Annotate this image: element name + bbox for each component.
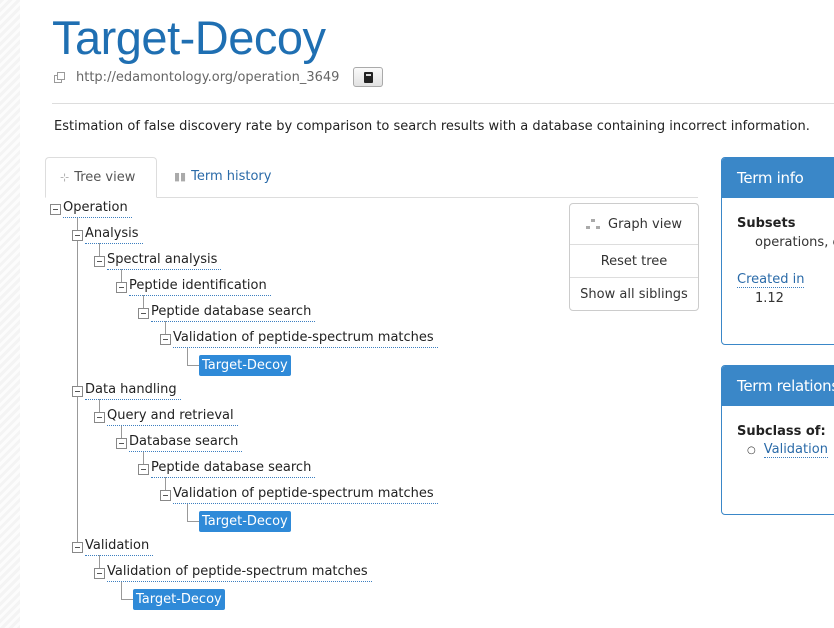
tree-node-spectral-analysis[interactable]: Spectral analysis xyxy=(94,250,222,272)
tree-node-validation-psm[interactable]: Validation of peptide-spectrum matches xyxy=(160,328,438,350)
collapse-icon[interactable] xyxy=(116,281,127,293)
tree-node-label[interactable]: Operation xyxy=(63,200,132,218)
tree-node-database-search[interactable]: Database search xyxy=(116,432,243,454)
external-link-icon[interactable] xyxy=(54,72,65,83)
button-label: Show all siblings xyxy=(580,286,688,302)
tree-node-label[interactable]: Target-Decoy xyxy=(199,510,291,532)
divider xyxy=(52,103,834,104)
subclass-link[interactable]: Validation xyxy=(763,442,828,458)
tab-label: Term history xyxy=(191,169,272,184)
tree-node-label[interactable]: Peptide database search xyxy=(151,460,316,478)
panel-heading: Term relations xyxy=(722,366,834,406)
tree-node-peptide-database-search[interactable]: Peptide database search xyxy=(138,458,316,480)
tree-button-group: Graph view Reset tree Show all siblings xyxy=(569,203,699,311)
subsets-value: operations, e xyxy=(755,235,834,250)
tree-node-target-decoy-selected[interactable]: Target-Decoy xyxy=(133,588,225,610)
collapse-icon[interactable] xyxy=(138,307,149,319)
collapse-icon[interactable] xyxy=(138,463,149,475)
tree-node-label[interactable]: Peptide identification xyxy=(129,278,271,296)
tree-connector xyxy=(121,599,133,600)
tab-term-history[interactable]: ▮▮ Term history xyxy=(172,157,271,196)
term-info-panel: Term info Subsets operations, e Created … xyxy=(721,157,834,345)
tree-node-peptide-database-search[interactable]: Peptide database search xyxy=(138,302,316,324)
tree-node-label[interactable]: Validation of peptide-spectrum matches xyxy=(173,330,438,348)
tab-tree-view[interactable]: ⊹ Tree view xyxy=(45,157,157,198)
created-in-link[interactable]: Created in xyxy=(737,272,805,288)
graph-view-button[interactable]: Graph view xyxy=(570,204,698,245)
clipboard-icon xyxy=(363,71,373,83)
created-version: 1.12 xyxy=(755,291,784,306)
uri-row: http://edamontology.org/operation_3649 xyxy=(54,67,384,87)
button-label: Reset tree xyxy=(600,253,668,269)
collapse-icon[interactable] xyxy=(94,255,105,267)
tab-label: Tree view xyxy=(74,170,136,185)
tree-node-data-handling[interactable]: Data handling xyxy=(72,380,181,402)
panel-heading: Term info xyxy=(722,158,834,198)
tree-node-validation-psm[interactable]: Validation of peptide-spectrum matches xyxy=(160,484,438,506)
subclass-label: Subclass of: xyxy=(737,424,826,439)
view-tabs: ⊹ Tree view ▮▮ Term history xyxy=(45,157,698,198)
tree-node-label[interactable]: Validation xyxy=(85,538,154,556)
collapse-icon[interactable] xyxy=(72,385,83,397)
term-relations-panel: Term relations Subclass of: ○ Validation xyxy=(721,365,834,515)
tree-node-label[interactable]: Peptide database search xyxy=(151,304,316,322)
tree-node-peptide-identification[interactable]: Peptide identification xyxy=(116,276,271,298)
sitemap-icon xyxy=(586,219,601,229)
tree-node-label[interactable]: Target-Decoy xyxy=(199,354,291,376)
tree-node-analysis[interactable]: Analysis xyxy=(72,224,143,246)
collapse-icon[interactable] xyxy=(160,333,171,345)
tree-node-label[interactable]: Analysis xyxy=(85,226,143,244)
tree-node-label[interactable]: Target-Decoy xyxy=(133,588,225,610)
show-all-siblings-button[interactable]: Show all siblings xyxy=(570,278,698,310)
reset-tree-button[interactable]: Reset tree xyxy=(570,245,698,278)
term-description: Estimation of false discovery rate by co… xyxy=(54,119,810,134)
subsets-label: Subsets xyxy=(737,216,796,231)
button-label: Graph view xyxy=(608,216,682,232)
page-title: Target-Decoy xyxy=(52,11,326,64)
tree-connector xyxy=(187,521,199,522)
tree-node-query-retrieval[interactable]: Query and retrieval xyxy=(94,406,238,428)
tree-node-target-decoy-selected[interactable]: Target-Decoy xyxy=(199,354,291,376)
collapse-icon[interactable] xyxy=(72,229,83,241)
term-uri[interactable]: http://edamontology.org/operation_3649 xyxy=(76,70,339,85)
tree-node-label[interactable]: Validation of peptide-spectrum matches xyxy=(173,486,438,504)
tree-node-label[interactable]: Query and retrieval xyxy=(107,408,238,426)
collapse-icon[interactable] xyxy=(160,489,171,501)
tree-icon: ⊹ xyxy=(60,171,70,184)
copy-uri-button[interactable] xyxy=(353,67,384,87)
tree-node-label[interactable]: Database search xyxy=(129,434,243,452)
subclass-list-item: ○ Validation xyxy=(737,442,828,458)
tree-node-validation-psm[interactable]: Validation of peptide-spectrum matches xyxy=(94,562,372,584)
bar-chart-icon: ▮▮ xyxy=(174,170,187,183)
tree-node-label[interactable]: Validation of peptide-spectrum matches xyxy=(107,564,372,582)
collapse-icon[interactable] xyxy=(94,411,105,423)
tree-node-target-decoy-selected[interactable]: Target-Decoy xyxy=(199,510,291,532)
tree-node-label[interactable]: Data handling xyxy=(85,382,181,400)
collapse-icon[interactable] xyxy=(72,541,83,553)
collapse-icon[interactable] xyxy=(94,567,105,579)
tree-node-label[interactable]: Spectral analysis xyxy=(107,252,222,270)
bullet-icon: ○ xyxy=(747,445,756,456)
left-edge-texture xyxy=(0,0,20,628)
tree-node-validation[interactable]: Validation xyxy=(72,536,154,558)
collapse-icon[interactable] xyxy=(50,203,61,215)
tree-connector xyxy=(187,365,199,366)
tree-node-operation[interactable]: Operation xyxy=(50,198,132,220)
collapse-icon[interactable] xyxy=(116,437,127,449)
